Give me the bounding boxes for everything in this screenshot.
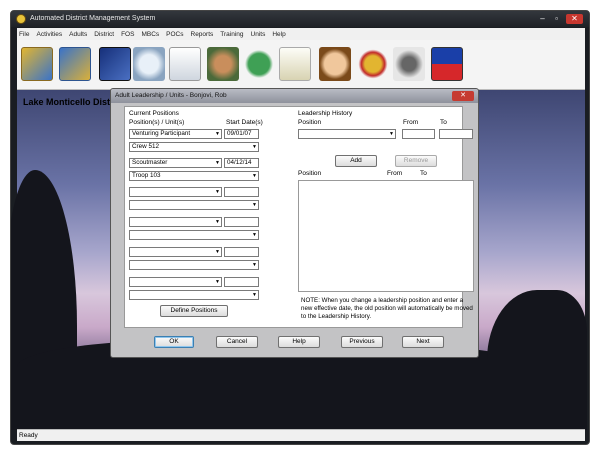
medal-icon[interactable] bbox=[357, 47, 389, 81]
define-positions-button[interactable]: Define Positions bbox=[160, 305, 228, 317]
fleur-de-lis-icon[interactable] bbox=[243, 47, 275, 81]
start-date-field[interactable] bbox=[224, 187, 259, 197]
history-from-label: From bbox=[403, 119, 419, 126]
flag-icon[interactable] bbox=[431, 47, 463, 81]
position-column-header: Position(s) / Unit(s) bbox=[129, 119, 185, 126]
start-date-field[interactable] bbox=[224, 247, 259, 257]
app-icon bbox=[16, 14, 26, 24]
certificate-icon[interactable] bbox=[279, 47, 311, 81]
district-name: Lake Monticello District bbox=[23, 97, 125, 107]
unit-select[interactable]: Troop 103 ▼ bbox=[129, 171, 259, 181]
window-title: Automated District Management System bbox=[30, 15, 156, 22]
toolbar bbox=[17, 40, 585, 90]
position-select[interactable]: Venturing Participant ▼ bbox=[129, 129, 222, 139]
start-date-column-header: Start Date(s) bbox=[226, 119, 263, 126]
adult-leadership-dialog: Adult Leadership / Units - Bonjovi, Rob … bbox=[110, 88, 479, 358]
person-face-icon[interactable] bbox=[319, 47, 351, 81]
history-note: NOTE: When you change a leadership posit… bbox=[301, 297, 473, 320]
close-button[interactable]: ✕ bbox=[566, 14, 583, 24]
unit-select[interactable]: ▼ bbox=[129, 200, 259, 210]
history-from-field[interactable] bbox=[402, 129, 435, 139]
help-button[interactable]: Help bbox=[278, 336, 320, 348]
history-list-to-header: To bbox=[420, 170, 427, 177]
menu-fos[interactable]: FOS bbox=[121, 31, 134, 38]
history-list-position-header: Position bbox=[298, 170, 322, 177]
unit-select[interactable]: ▼ bbox=[129, 260, 259, 270]
leadership-history-list[interactable] bbox=[298, 180, 474, 292]
menu-reports[interactable]: Reports bbox=[191, 31, 214, 38]
menu-bar: File Activities Adults District FOS MBCs… bbox=[17, 28, 585, 40]
dialog-title: Adult Leadership / Units - Bonjovi, Rob bbox=[111, 89, 478, 103]
beaver-icon[interactable] bbox=[21, 47, 53, 81]
cancel-button[interactable]: Cancel bbox=[216, 336, 258, 348]
ok-button[interactable]: OK bbox=[154, 336, 194, 348]
menu-district[interactable]: District bbox=[94, 31, 114, 38]
history-position-select[interactable]: ▼ bbox=[298, 129, 396, 139]
title-bar: Automated District Management System – ▫… bbox=[11, 11, 589, 27]
start-date-field[interactable]: 09/01/07 bbox=[224, 129, 259, 139]
unit-select[interactable]: ▼ bbox=[129, 290, 259, 300]
dialog-close-button[interactable]: ✕ bbox=[452, 91, 474, 101]
meeting-icon[interactable] bbox=[207, 47, 239, 81]
history-to-field[interactable] bbox=[439, 129, 473, 139]
menu-file[interactable]: File bbox=[19, 31, 29, 38]
menu-adults[interactable]: Adults bbox=[69, 31, 87, 38]
leadership-history-heading: Leadership History bbox=[298, 110, 353, 117]
menu-training[interactable]: Training bbox=[220, 31, 243, 38]
history-list-from-header: From bbox=[387, 170, 403, 177]
dialog-panel: Current Positions Position(s) / Unit(s) … bbox=[124, 106, 474, 328]
status-bar: Ready bbox=[17, 429, 585, 441]
menu-mbcs[interactable]: MBCs bbox=[141, 31, 159, 38]
start-date-field[interactable] bbox=[224, 277, 259, 287]
position-select[interactable]: ▼ bbox=[129, 277, 222, 287]
current-positions-heading: Current Positions bbox=[129, 110, 179, 117]
history-position-label: Position bbox=[298, 119, 322, 126]
previous-button[interactable]: Previous bbox=[341, 336, 383, 348]
position-select[interactable]: ▼ bbox=[129, 247, 222, 257]
next-button[interactable]: Next bbox=[402, 336, 444, 348]
position-select[interactable]: ▼ bbox=[129, 187, 222, 197]
tree-silhouette bbox=[487, 290, 587, 430]
magnifier-icon[interactable] bbox=[133, 47, 165, 81]
position-select[interactable]: ▼ bbox=[129, 217, 222, 227]
menu-units[interactable]: Units bbox=[251, 31, 266, 38]
cub-icon[interactable] bbox=[59, 47, 91, 81]
remove-button[interactable]: Remove bbox=[395, 155, 437, 167]
phone-icon[interactable] bbox=[393, 47, 425, 81]
history-to-label: To bbox=[440, 119, 447, 126]
add-button[interactable]: Add bbox=[335, 155, 377, 167]
notebook-icon[interactable] bbox=[169, 47, 201, 81]
maximize-button[interactable]: ▫ bbox=[550, 14, 563, 24]
position-select[interactable]: Scoutmaster ▼ bbox=[129, 158, 222, 168]
menu-help[interactable]: Help bbox=[272, 31, 285, 38]
unit-select[interactable]: ▼ bbox=[129, 230, 259, 240]
start-date-field[interactable] bbox=[224, 217, 259, 227]
menu-pocs[interactable]: POCs bbox=[166, 31, 183, 38]
unit-select[interactable]: Crew 512 ▼ bbox=[129, 142, 259, 152]
book-icon[interactable] bbox=[99, 47, 131, 81]
menu-activities[interactable]: Activities bbox=[36, 31, 62, 38]
minimize-button[interactable]: – bbox=[536, 14, 549, 24]
start-date-field[interactable]: 04/12/14 bbox=[224, 158, 259, 168]
